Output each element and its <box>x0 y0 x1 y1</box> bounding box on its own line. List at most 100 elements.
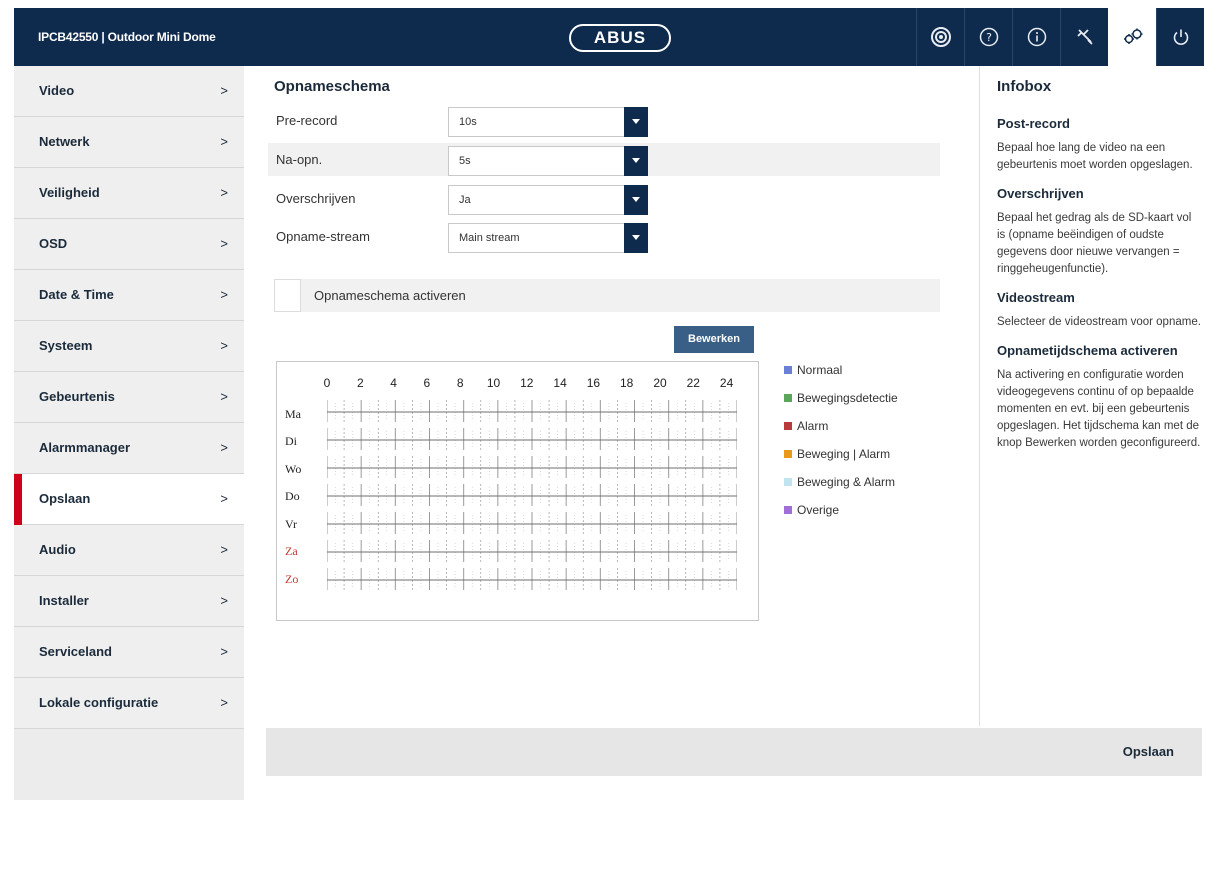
hour-label: 4 <box>390 376 397 390</box>
legend-item: Overige <box>784 503 839 517</box>
legend-swatch-1 <box>784 394 792 402</box>
top-header: IPCB42550 | Outdoor Mini Dome ABUS ? <box>14 8 1204 66</box>
schedule-grid[interactable] <box>327 398 737 594</box>
help-icon[interactable]: ? <box>964 8 1012 66</box>
hour-axis: 0 2 4 6 8 10 12 14 16 18 20 22 24 <box>323 376 737 392</box>
infobox-text: Bepaal hoe lang de video na een gebeurte… <box>997 142 1193 171</box>
camera-icon[interactable] <box>916 8 964 66</box>
sidebar-item-serviceland[interactable]: Serviceland > <box>14 627 244 678</box>
info-icon[interactable] <box>1012 8 1060 66</box>
schedule-grid-panel: 0 2 4 6 8 10 12 14 16 18 20 22 24 Ma Di … <box>276 361 759 621</box>
chevron-right-icon: > <box>220 338 228 353</box>
hour-label: 0 <box>323 376 331 390</box>
sidebar-item-netwerk[interactable]: Netwerk > <box>14 117 244 168</box>
sidebar-item-installer[interactable]: Installer > <box>14 576 244 627</box>
main-content: Opnameschema Pre-record 10s Na-opn. 5s O… <box>244 66 979 726</box>
sidebar-item-systeem[interactable]: Systeem > <box>14 321 244 372</box>
chevron-down-icon[interactable] <box>624 146 648 176</box>
na-opname-select[interactable]: 5s <box>448 146 648 176</box>
chevron-right-icon: > <box>220 491 228 506</box>
sidebar-item-label: Systeem <box>39 338 93 353</box>
sidebar-item-audio[interactable]: Audio > <box>14 525 244 576</box>
na-opname-row: Na-opn. 5s <box>268 143 940 176</box>
infobox-text: Bepaal het gedrag als de SD-kaart vol is… <box>997 212 1192 275</box>
hour-label: 8 <box>456 376 464 390</box>
day-label: Zo <box>285 572 299 586</box>
sidebar-item-opslaan[interactable]: Opslaan > <box>14 474 244 525</box>
device-title: IPCB42550 | Outdoor Mini Dome <box>38 30 216 44</box>
sidebar-item-gebeurtenis[interactable]: Gebeurtenis > <box>14 372 244 423</box>
sidebar-item-label: OSD <box>39 236 68 251</box>
day-label: Za <box>285 544 298 558</box>
legend-swatch-2 <box>784 422 792 430</box>
day-label: Di <box>285 434 297 448</box>
infobox-text: Selecteer de videostream voor opname. <box>997 316 1201 328</box>
overschrijven-value: Ja <box>459 194 471 206</box>
chevron-right-icon: > <box>220 644 228 659</box>
legend-swatch-3 <box>784 450 792 458</box>
legend-label: Overige <box>797 503 840 517</box>
legend-swatch-0 <box>784 366 792 374</box>
sidebar-item-label: Opslaan <box>39 491 91 506</box>
pre-record-label: Pre-record <box>276 113 338 128</box>
page-title: Opnameschema <box>274 78 390 95</box>
legend-label: Beweging | Alarm <box>797 447 891 461</box>
sidebar-item-lokale-configuratie[interactable]: Lokale configuratie > <box>14 678 244 729</box>
overschrijven-label: Overschrijven <box>276 191 356 206</box>
sidebar-item-label: Serviceland <box>39 644 112 659</box>
day-label: Do <box>285 489 300 503</box>
chevron-right-icon: > <box>220 83 228 98</box>
na-opname-value: 5s <box>459 155 471 167</box>
legend-item: Normaal <box>784 363 842 377</box>
sidebar-item-video[interactable]: Video > <box>14 66 244 117</box>
hour-label: 6 <box>423 376 431 390</box>
infobox-title: Infobox <box>997 78 1052 95</box>
sidebar-item-label: Date & Time <box>39 287 114 302</box>
infobox-heading: Videostream <box>997 290 1075 305</box>
pre-record-select[interactable]: 10s <box>448 107 648 137</box>
legend-swatch-5 <box>784 506 792 514</box>
legend-item: Bewegingsdetectie <box>784 391 898 405</box>
edit-schedule-button[interactable]: Bewerken <box>674 326 754 353</box>
header-toolbar: ? <box>916 8 1204 66</box>
save-button[interactable]: Opslaan <box>1123 728 1174 776</box>
hour-label: 2 <box>356 376 364 390</box>
overschrijven-select[interactable]: Ja <box>448 185 648 215</box>
chevron-down-icon[interactable] <box>624 185 648 215</box>
settings-icon[interactable] <box>1108 8 1156 66</box>
activate-schedule-checkbox[interactable] <box>274 279 301 312</box>
opname-stream-label: Opname-stream <box>276 229 370 244</box>
tools-icon[interactable] <box>1060 8 1108 66</box>
legend-item: Alarm <box>784 419 828 433</box>
chevron-right-icon: > <box>220 389 228 404</box>
sidebar-item-osd[interactable]: OSD > <box>14 219 244 270</box>
day-label: Ma <box>285 407 301 421</box>
na-opname-label: Na-opn. <box>276 152 323 167</box>
infobox-heading: Opnametijdschema activeren <box>997 343 1178 358</box>
infobox-panel: Infobox Post-record Bepaal hoe lang de v… <box>979 66 1204 726</box>
sidebar-item-veiligheid[interactable]: Veiligheid > <box>14 168 244 219</box>
overschrijven-row: Overschrijven Ja <box>268 182 940 215</box>
sidebar-item-alarmmanager[interactable]: Alarmmanager > <box>14 423 244 474</box>
chevron-right-icon: > <box>220 287 228 302</box>
power-icon[interactable] <box>1156 8 1204 66</box>
sidebar-item-label: Alarmmanager <box>39 440 131 455</box>
svg-text:?: ? <box>986 31 992 44</box>
sidebar-item-date-time[interactable]: Date & Time > <box>14 270 244 321</box>
infobox-heading: Overschrijven <box>997 186 1084 201</box>
chevron-right-icon: > <box>220 542 228 557</box>
sidebar-item-label: Gebeurtenis <box>39 389 115 404</box>
activate-schedule-label: Opnameschema activeren <box>314 288 466 303</box>
day-label: Vr <box>285 517 297 531</box>
opname-stream-value: Main stream <box>459 232 520 244</box>
chevron-down-icon[interactable] <box>624 107 648 137</box>
chevron-right-icon: > <box>220 695 228 710</box>
chevron-down-icon[interactable] <box>624 223 648 253</box>
chevron-right-icon: > <box>220 236 228 251</box>
pre-record-row: Pre-record 10s <box>268 104 940 137</box>
opname-stream-select[interactable]: Main stream <box>448 223 648 253</box>
pre-record-value: 10s <box>459 116 477 128</box>
infobox-text: Na activering en configuratie worden vid… <box>997 369 1201 449</box>
hour-label: 20 <box>653 376 667 390</box>
legend-label: Alarm <box>797 419 829 433</box>
